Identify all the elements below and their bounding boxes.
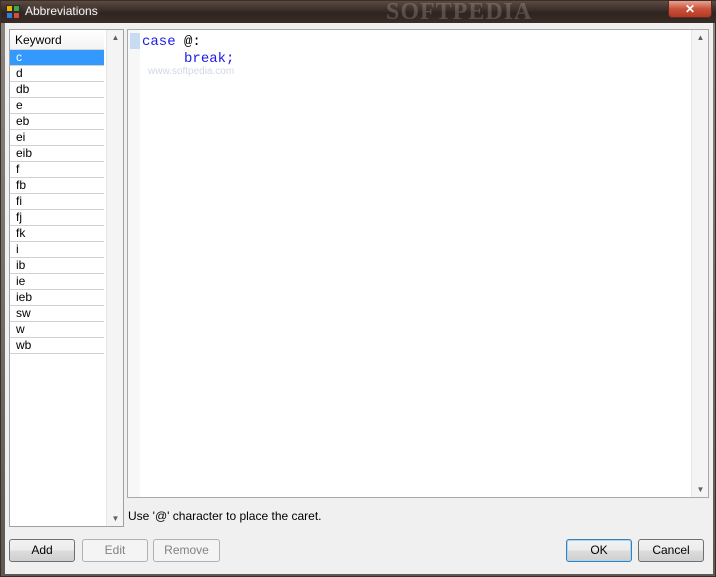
code-text[interactable]: case @: break;	[142, 34, 234, 68]
editor-scroll-down-icon[interactable]: ▼	[692, 485, 709, 494]
scroll-down-icon[interactable]: ▼	[107, 514, 124, 523]
caret-line-marker	[130, 33, 140, 49]
close-button[interactable]: ✕	[668, 1, 712, 18]
keyword-item[interactable]: e	[10, 98, 104, 114]
expansion-editor[interactable]: case @: break; www.softpedia.com ▲ ▼	[127, 29, 709, 498]
add-button[interactable]: Add	[9, 539, 75, 562]
keyword-item[interactable]: ieb	[10, 290, 104, 306]
cancel-button[interactable]: Cancel	[638, 539, 704, 562]
keyword-item[interactable]: ei	[10, 130, 104, 146]
code-keyword-case: case	[142, 34, 176, 50]
keyword-item[interactable]: eb	[10, 114, 104, 130]
keyword-item[interactable]: f	[10, 162, 104, 178]
keyword-item[interactable]: sw	[10, 306, 104, 322]
editor-gutter	[128, 30, 140, 497]
keyword-rows: c d db e eb ei eib f fb fi fj fk i ib ie ieb sw w wb	[10, 50, 104, 354]
softpedia-watermark: www.softpedia.com	[148, 66, 235, 77]
close-icon: ✕	[684, 2, 696, 16]
keyword-item[interactable]: d	[10, 66, 104, 82]
scroll-up-icon[interactable]: ▲	[107, 33, 124, 42]
remove-button[interactable]: Remove	[153, 539, 220, 562]
keyword-item[interactable]: fk	[10, 226, 104, 242]
keyword-column-header[interactable]: Keyword	[10, 30, 104, 50]
dialog-body: Keyword c d db e eb ei eib f fb fi fj fk i ib ie ieb sw w…	[5, 23, 713, 574]
app-icon	[6, 5, 20, 19]
keyword-item[interactable]: eib	[10, 146, 104, 162]
keyword-header-label: Keyword	[15, 33, 62, 47]
code-case-rest: @:	[175, 34, 201, 50]
keyword-item[interactable]: wb	[10, 338, 104, 354]
keyword-item[interactable]: w	[10, 322, 104, 338]
title-bar[interactable]: Abbreviations SOFTPEDIA ✕	[1, 0, 716, 25]
keyword-list[interactable]: Keyword c d db e eb ei eib f fb fi fj fk i ib ie ieb sw w…	[9, 29, 124, 527]
keyword-item[interactable]: i	[10, 242, 104, 258]
keyword-list-scrollbar[interactable]: ▲ ▼	[106, 30, 123, 526]
editor-scroll-up-icon[interactable]: ▲	[692, 33, 709, 42]
ok-button[interactable]: OK	[566, 539, 632, 562]
keyword-item[interactable]: ib	[10, 258, 104, 274]
keyword-item[interactable]: fi	[10, 194, 104, 210]
keyword-item[interactable]: fj	[10, 210, 104, 226]
code-break-rest: ;	[226, 51, 235, 67]
edit-button[interactable]: Edit	[82, 539, 148, 562]
keyword-item[interactable]: db	[10, 82, 104, 98]
caret-hint-text: Use '@' character to place the caret.	[128, 509, 322, 523]
editor-scrollbar[interactable]: ▲ ▼	[691, 30, 708, 497]
code-keyword-break: break	[184, 51, 227, 67]
abbreviations-window: Abbreviations SOFTPEDIA ✕ Keyword c d db e e…	[0, 0, 716, 577]
keyword-item[interactable]: ie	[10, 274, 104, 290]
keyword-item[interactable]: c	[10, 50, 104, 66]
keyword-item[interactable]: fb	[10, 178, 104, 194]
window-title: Abbreviations	[25, 4, 98, 18]
